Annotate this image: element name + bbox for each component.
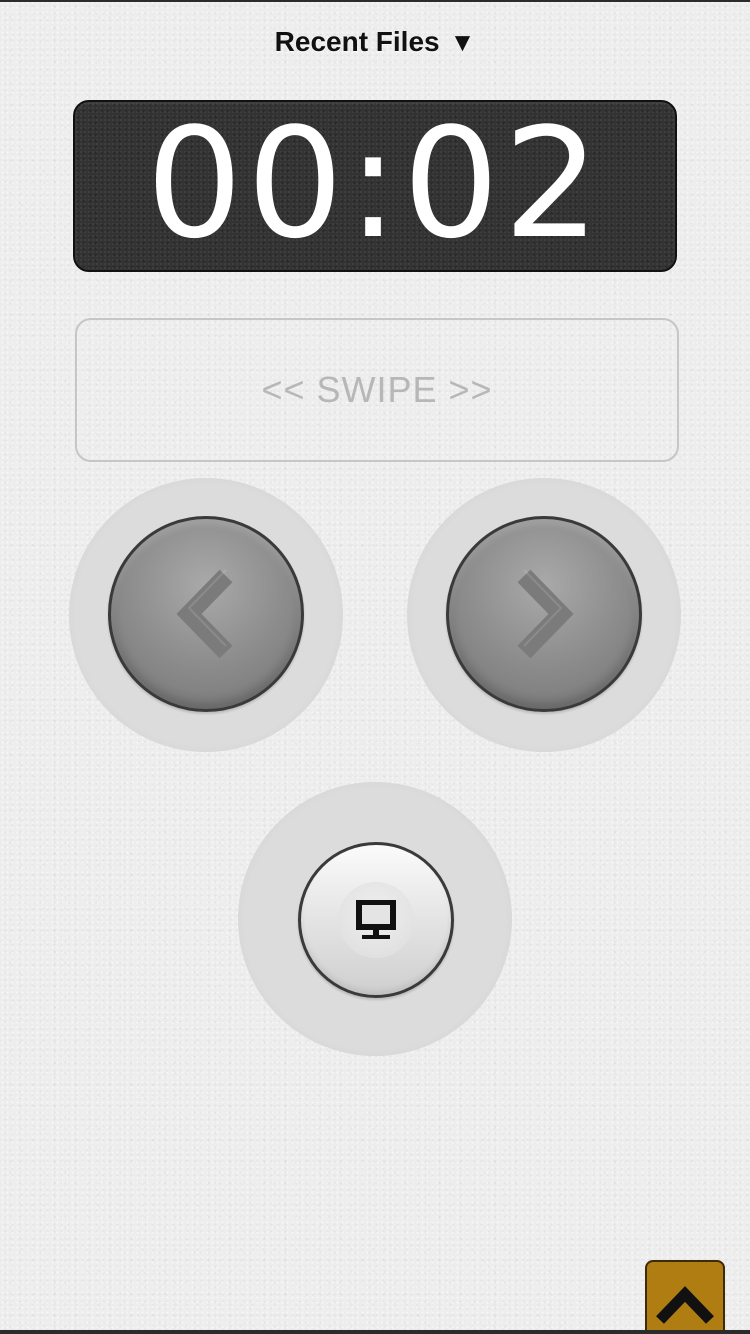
- next-slide-button[interactable]: [446, 516, 642, 712]
- present-button[interactable]: [298, 842, 454, 998]
- present-button-inner: [338, 882, 414, 958]
- chevron-right-icon: [517, 569, 574, 659]
- recent-files-label: Recent Files: [274, 26, 440, 57]
- swipe-area[interactable]: << SWIPE >>: [75, 318, 679, 462]
- monitor-icon: [356, 900, 396, 939]
- chevron-up-icon: [656, 1286, 714, 1324]
- toggle-panel-button[interactable]: [645, 1260, 725, 1334]
- timer-display: 00:02: [73, 100, 677, 272]
- swipe-label: << SWIPE >>: [261, 369, 493, 410]
- top-border: [0, 0, 750, 2]
- bottom-border: [0, 1330, 750, 1334]
- dropdown-arrow-icon: ▼: [449, 27, 476, 57]
- timer-text: 00:02: [145, 95, 605, 272]
- chevron-left-icon: [176, 569, 233, 659]
- previous-slide-button[interactable]: [108, 516, 304, 712]
- recent-files-dropdown[interactable]: Recent Files ▼: [0, 26, 750, 58]
